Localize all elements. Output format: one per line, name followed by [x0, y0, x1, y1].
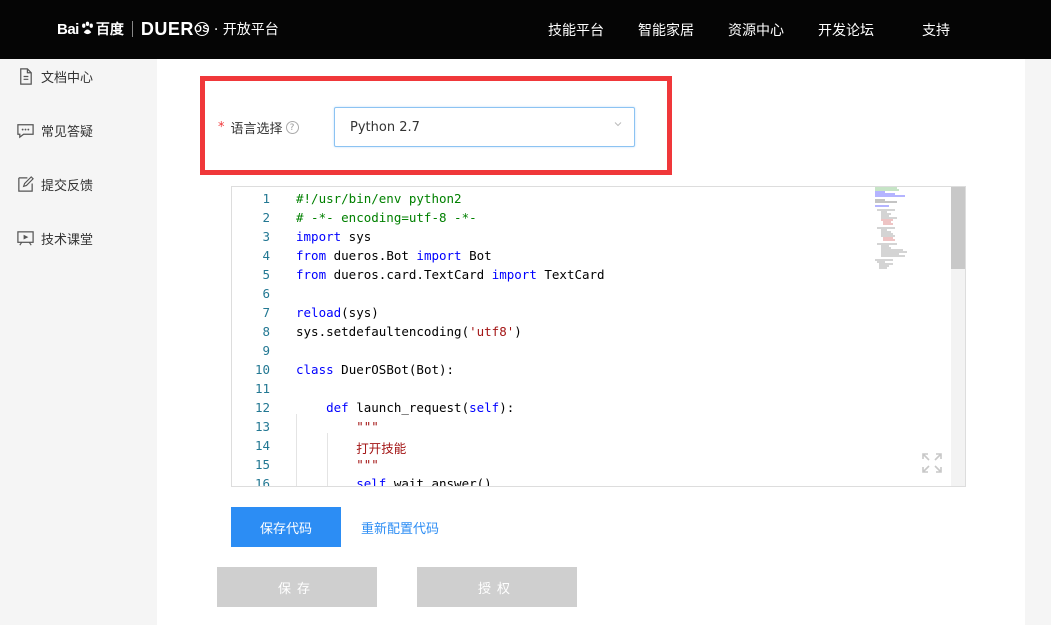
code-line[interactable]: """ — [296, 457, 379, 472]
line-number: 11 — [254, 381, 270, 396]
line-number: 1 — [262, 191, 270, 206]
baidu-paw-icon — [81, 21, 93, 34]
sidebar-item-label: 文档中心 — [41, 71, 94, 86]
code-line[interactable]: import sys — [296, 229, 371, 244]
line-number-gutter: 1 2 3 4 5 6 7 8 9 10 11 12 13 14 15 16 — [232, 187, 278, 486]
code-line[interactable]: """ — [296, 419, 379, 434]
editor-scrollbar[interactable] — [951, 187, 965, 486]
language-label-text: 语言选择 — [230, 122, 283, 137]
sidebar-item-label: 提交反馈 — [41, 179, 94, 194]
nav-resource-center[interactable]: 资源中心 — [728, 20, 784, 40]
fullscreen-icon[interactable] — [921, 452, 943, 474]
code-line[interactable]: #!/usr/bin/env python2 — [296, 191, 462, 206]
line-number: 15 — [254, 457, 270, 472]
code-line[interactable]: from dueros.Bot import Bot — [296, 248, 492, 263]
language-select-value: Python 2.7 — [350, 119, 420, 135]
chevron-down-icon — [614, 122, 622, 127]
dueros-logo[interactable]: Bai 百度 DUER OS · 开放平台 — [57, 18, 279, 40]
line-number: 14 — [254, 438, 270, 453]
code-line[interactable]: # -*- encoding=utf-8 -*- — [296, 210, 477, 225]
sidebar-item-faq[interactable]: 常见答疑 — [16, 121, 93, 140]
line-number: 5 — [262, 267, 270, 282]
indent-guide — [327, 433, 328, 486]
editor-scroll-thumb[interactable] — [951, 187, 965, 269]
required-mark: * — [218, 120, 225, 135]
logo-dueros-text: DUER — [140, 18, 194, 39]
line-number: 9 — [262, 343, 270, 358]
video-icon — [17, 231, 34, 246]
code-line[interactable]: reload(sys) — [296, 305, 379, 320]
language-label: * 语言选择 ? — [218, 118, 299, 137]
code-line[interactable]: self.wait_answer() — [296, 476, 491, 486]
sidebar-item-label: 技术课堂 — [41, 233, 94, 248]
indent-guide — [296, 414, 297, 486]
nav-dev-forum[interactable]: 开发论坛 — [818, 20, 874, 40]
authorize-button[interactable]: 授权 — [417, 567, 577, 607]
line-number: 3 — [262, 229, 270, 244]
logo-baidu-text: Bai — [57, 20, 79, 38]
logo-platform-text: · 开放平台 — [213, 22, 279, 38]
line-number: 10 — [254, 362, 270, 377]
sidebar-item-label: 常见答疑 — [41, 125, 94, 140]
document-icon — [20, 68, 32, 85]
line-number: 7 — [262, 305, 270, 320]
code-editor[interactable]: 1 2 3 4 5 6 7 8 9 10 11 12 13 14 15 16 #!/usr/bin/env p… — [231, 186, 966, 487]
save-button[interactable]: 保存 — [217, 567, 377, 607]
edit-icon — [18, 176, 34, 192]
line-number: 16 — [254, 476, 270, 487]
line-number: 6 — [262, 286, 270, 301]
line-number: 13 — [254, 419, 270, 434]
top-navigation-bar: Bai 百度 DUER OS · 开放平台 技能平台 智能家居 资源中心 开发论… — [0, 0, 1051, 59]
line-number: 2 — [262, 210, 270, 225]
help-icon[interactable]: ? — [285, 121, 299, 134]
save-code-button[interactable]: 保存代码 — [231, 507, 341, 547]
line-number: 4 — [262, 248, 270, 263]
logo-divider — [131, 21, 133, 37]
code-line[interactable]: sys.setdefaultencoding('utf8') — [296, 324, 522, 339]
chat-icon — [17, 124, 34, 139]
logo-baidu-cn: 百度 — [95, 22, 124, 38]
code-line[interactable]: 打开技能 — [296, 438, 406, 457]
reset-code-link[interactable]: 重新配置代码 — [361, 518, 439, 537]
sidebar: 文档中心 常见答疑 提交反馈 技术课堂 — [0, 59, 157, 625]
code-line[interactable]: class DuerOSBot(Bot): — [296, 362, 454, 377]
nav-skill-platform[interactable]: 技能平台 — [548, 20, 604, 40]
code-line[interactable]: from dueros.card.TextCard import TextCar… — [296, 267, 605, 282]
nav-smart-home[interactable]: 智能家居 — [638, 20, 694, 40]
nav-support[interactable]: 支持 — [922, 20, 950, 40]
line-number: 8 — [262, 324, 270, 339]
sidebar-item-class[interactable]: 技术课堂 — [16, 229, 93, 248]
code-line[interactable]: def launch_request(self): — [296, 400, 514, 415]
logo-os-badge: OS — [194, 22, 210, 36]
line-number: 12 — [254, 400, 270, 415]
code-minimap — [875, 187, 907, 269]
sidebar-item-feedback[interactable]: 提交反馈 — [16, 175, 93, 194]
language-select[interactable]: Python 2.7 — [334, 107, 635, 147]
sidebar-item-docs[interactable]: 文档中心 — [16, 67, 93, 86]
